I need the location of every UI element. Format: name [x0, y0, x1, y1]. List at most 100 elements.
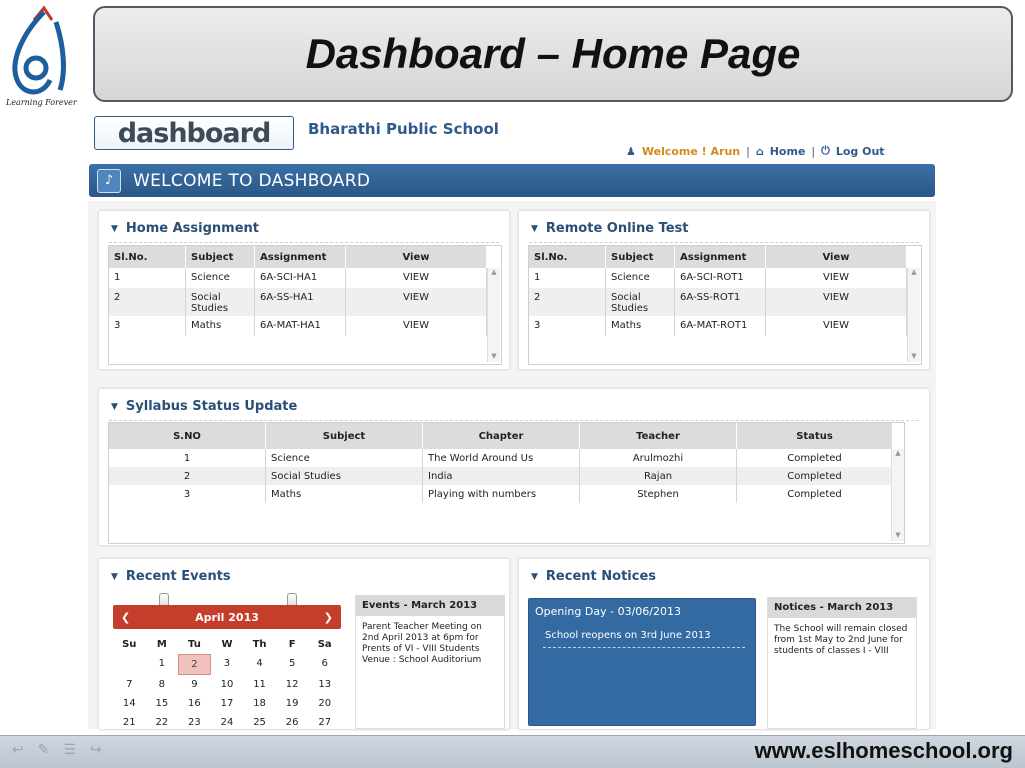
- calendar-day[interactable]: 8: [146, 675, 179, 694]
- cell: 6A-SCI-HA1: [254, 268, 346, 288]
- calendar-day[interactable]: 11: [243, 675, 276, 694]
- column-header[interactable]: Sl.No.: [529, 246, 606, 268]
- home-link[interactable]: Home: [770, 145, 806, 158]
- power-icon[interactable]: ⏻: [821, 144, 830, 158]
- next-month-icon[interactable]: ❯: [316, 611, 341, 624]
- calendar-day[interactable]: 25: [243, 713, 276, 732]
- recent-notices-header[interactable]: ▼ Recent Notices: [531, 569, 656, 584]
- column-header[interactable]: Assignment: [254, 246, 346, 268]
- calendar-day[interactable]: 27: [308, 713, 341, 732]
- cell: 3: [109, 316, 186, 336]
- panel-title: Recent Notices: [545, 569, 657, 584]
- calendar-day[interactable]: 17: [211, 694, 244, 713]
- column-header[interactable]: Status: [736, 423, 893, 449]
- column-header[interactable]: Subject: [185, 246, 255, 268]
- calendar-day[interactable]: 15: [146, 694, 179, 713]
- calendar-day[interactable]: 1: [146, 654, 179, 673]
- footer-url[interactable]: www.eslhomeschool.org: [755, 738, 1013, 764]
- cell: India: [422, 467, 580, 485]
- calendar-day[interactable]: 13: [308, 675, 341, 694]
- view-link[interactable]: VIEW: [345, 268, 487, 288]
- cell: 1: [109, 449, 266, 467]
- view-link[interactable]: VIEW: [345, 288, 487, 316]
- view-link[interactable]: VIEW: [765, 288, 907, 316]
- cell: Maths: [185, 316, 255, 336]
- calendar-day[interactable]: 7: [113, 675, 146, 694]
- column-header[interactable]: S.NO: [109, 423, 266, 449]
- collapse-triangle-icon[interactable]: ▼: [531, 224, 538, 234]
- user-icon: ♟: [626, 144, 636, 158]
- welcome-banner: ♪ WELCOME TO DASHBOARD: [89, 164, 935, 197]
- back-arrow-icon[interactable]: ↩: [12, 742, 24, 758]
- collapse-triangle-icon[interactable]: ▼: [111, 572, 118, 582]
- column-header[interactable]: Teacher: [579, 423, 737, 449]
- column-header[interactable]: Chapter: [422, 423, 580, 449]
- calendar-day[interactable]: 3: [211, 654, 244, 673]
- forward-arrow-icon[interactable]: ↪: [90, 742, 102, 758]
- calendar-day[interactable]: 16: [178, 694, 211, 713]
- cell: Maths: [265, 485, 423, 503]
- column-header[interactable]: Subject: [605, 246, 675, 268]
- divider: [109, 420, 919, 421]
- collapse-triangle-icon[interactable]: ▼: [111, 224, 118, 234]
- collapse-triangle-icon[interactable]: ▼: [111, 402, 118, 412]
- calendar-day[interactable]: 4: [243, 654, 276, 673]
- calendar-day[interactable]: 5: [276, 654, 309, 673]
- calendar-day[interactable]: 22: [146, 713, 179, 732]
- cell: 3: [109, 485, 266, 503]
- view-link[interactable]: VIEW: [765, 268, 907, 288]
- collapse-triangle-icon[interactable]: ▼: [531, 572, 538, 582]
- calendar: ❮ April 2013 ❯ Su M Tu W Th F Sa 1 2 3 4 5 6 7 8 9 10 11 1…: [109, 589, 349, 739]
- scrollbar[interactable]: ▲ ▼: [891, 449, 904, 541]
- calendar-day[interactable]: 23: [178, 713, 211, 732]
- events-box-title: Events - March 2013: [356, 596, 504, 616]
- scrollbar[interactable]: ▲ ▼: [487, 268, 500, 362]
- cell: 2: [109, 467, 266, 485]
- calendar-day[interactable]: 18: [243, 694, 276, 713]
- panel-title: Recent Events: [125, 569, 231, 584]
- logout-link[interactable]: Log Out: [836, 145, 885, 158]
- table-row: 1 Science The World Around Us Arulmozhi …: [109, 449, 893, 467]
- recent-events-header[interactable]: ▼ Recent Events: [111, 569, 231, 584]
- view-link[interactable]: VIEW: [765, 316, 907, 336]
- notices-box-title: Notices - March 2013: [768, 598, 916, 618]
- opening-day-title: Opening Day - 03/06/2013: [535, 605, 681, 618]
- scrollbar[interactable]: ▲ ▼: [907, 268, 920, 362]
- nav-separator: |: [811, 144, 816, 158]
- calendar-day[interactable]: 20: [308, 694, 341, 713]
- calendar-day[interactable]: 19: [276, 694, 309, 713]
- calendar-day[interactable]: 24: [211, 713, 244, 732]
- slide-title-box: Dashboard – Home Page: [93, 6, 1013, 102]
- cell: Playing with numbers: [422, 485, 580, 503]
- column-header[interactable]: Assignment: [674, 246, 766, 268]
- opening-day-text: School reopens on 3rd June 2013: [545, 630, 711, 641]
- cell: 6A-SS-HA1: [254, 288, 346, 316]
- calendar-day[interactable]: 6: [308, 654, 341, 673]
- calendar-day[interactable]: 14: [113, 694, 146, 713]
- calendar-day[interactable]: 21: [113, 713, 146, 732]
- pen-icon[interactable]: ✎: [38, 742, 50, 758]
- home-assignment-header[interactable]: ▼ Home Assignment: [111, 221, 259, 236]
- calendar-day[interactable]: 9: [178, 675, 211, 694]
- dashboard-logo[interactable]: dashboard: [94, 116, 294, 150]
- syllabus-header[interactable]: ▼ Syllabus Status Update: [111, 399, 297, 414]
- remote-test-header[interactable]: ▼ Remote Online Test: [531, 221, 689, 236]
- column-header[interactable]: Subject: [265, 423, 423, 449]
- column-header[interactable]: View: [345, 246, 487, 268]
- cell: Arulmozhi: [579, 449, 737, 467]
- cell: Completed: [736, 485, 893, 503]
- menu-icon[interactable]: ☰: [63, 742, 76, 758]
- prev-month-icon[interactable]: ❮: [113, 611, 138, 624]
- table-row: 3 Maths 6A-MAT-ROT1 VIEW: [529, 316, 907, 336]
- column-header[interactable]: View: [765, 246, 907, 268]
- calendar-day[interactable]: 10: [211, 675, 244, 694]
- home-icon[interactable]: ⌂: [756, 145, 764, 158]
- calendar-day[interactable]: 26: [276, 713, 309, 732]
- cell: Science: [185, 268, 255, 288]
- view-link[interactable]: VIEW: [345, 316, 487, 336]
- calendar-weekday: M: [156, 639, 167, 650]
- calendar-day[interactable]: 12: [276, 675, 309, 694]
- column-header[interactable]: Sl.No.: [109, 246, 186, 268]
- calendar-weekday: Tu: [188, 639, 201, 650]
- calendar-day[interactable]: 2: [178, 654, 211, 675]
